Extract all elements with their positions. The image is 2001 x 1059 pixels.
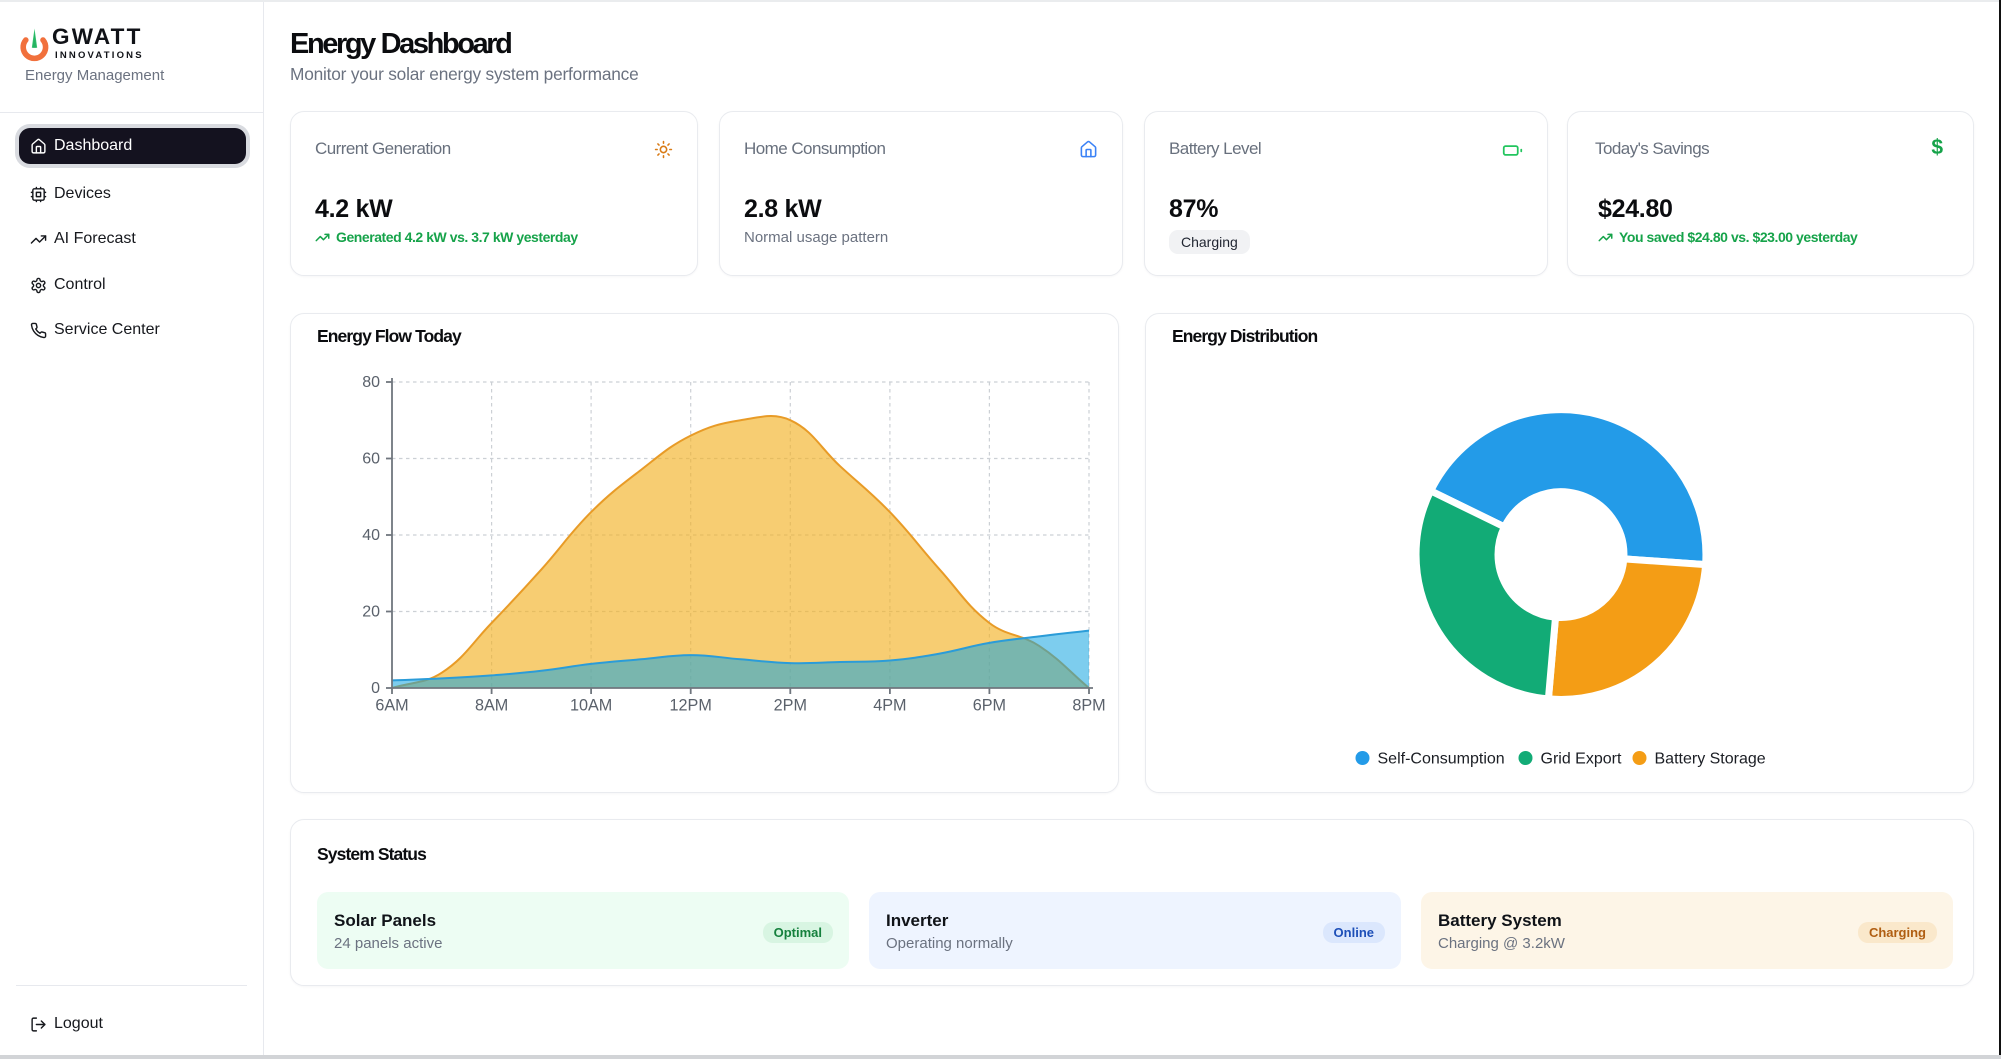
svg-text:Grid Export: Grid Export [1541, 751, 1622, 768]
svg-text:8PM: 8PM [1072, 697, 1105, 715]
svg-text:40: 40 [362, 527, 380, 544]
svg-text:Self-Consumption: Self-Consumption [1378, 751, 1505, 768]
svg-text:20: 20 [362, 604, 380, 621]
svg-text:4PM: 4PM [873, 697, 906, 715]
svg-text:8AM: 8AM [475, 697, 508, 715]
svg-text:60: 60 [362, 451, 380, 468]
svg-text:Battery Storage: Battery Storage [1655, 751, 1766, 768]
svg-text:6AM: 6AM [375, 697, 408, 715]
svg-text:10AM: 10AM [570, 697, 612, 715]
svg-text:2PM: 2PM [774, 697, 807, 715]
svg-text:12PM: 12PM [670, 697, 712, 715]
svg-text:80: 80 [362, 374, 380, 391]
svg-text:6PM: 6PM [973, 697, 1006, 715]
svg-text:0: 0 [371, 680, 380, 697]
